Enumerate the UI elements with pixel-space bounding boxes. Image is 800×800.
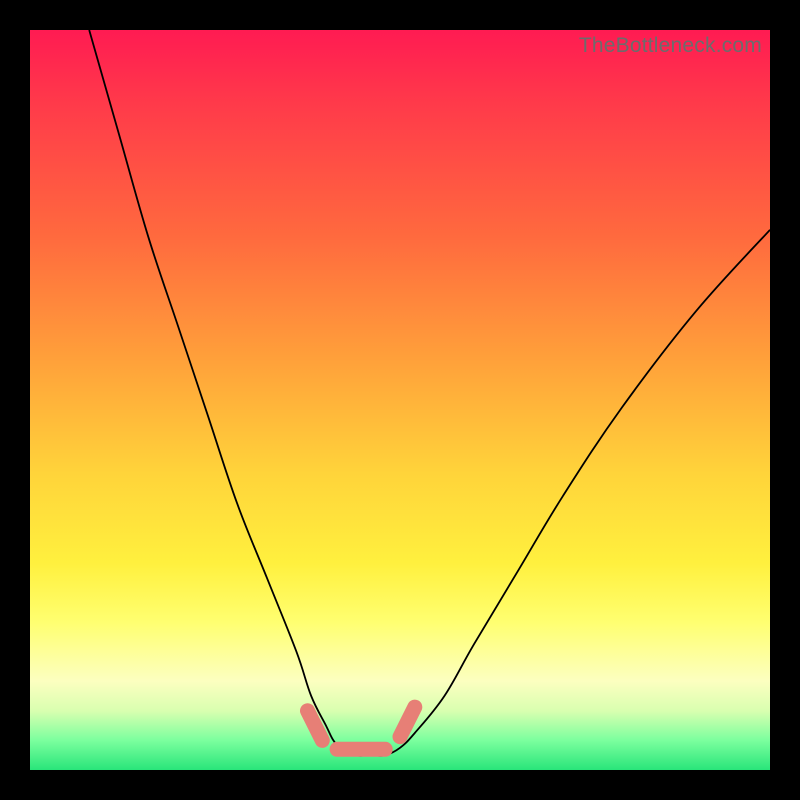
- plot-area: TheBottleneck.com: [30, 30, 770, 770]
- chart-frame: TheBottleneck.com: [0, 0, 800, 800]
- bottleneck-curve: [89, 30, 770, 756]
- trough-marker-left: [308, 711, 323, 741]
- trough-marker-right: [400, 707, 415, 737]
- watermark-label: TheBottleneck.com: [579, 34, 762, 58]
- chart-svg: [30, 30, 770, 770]
